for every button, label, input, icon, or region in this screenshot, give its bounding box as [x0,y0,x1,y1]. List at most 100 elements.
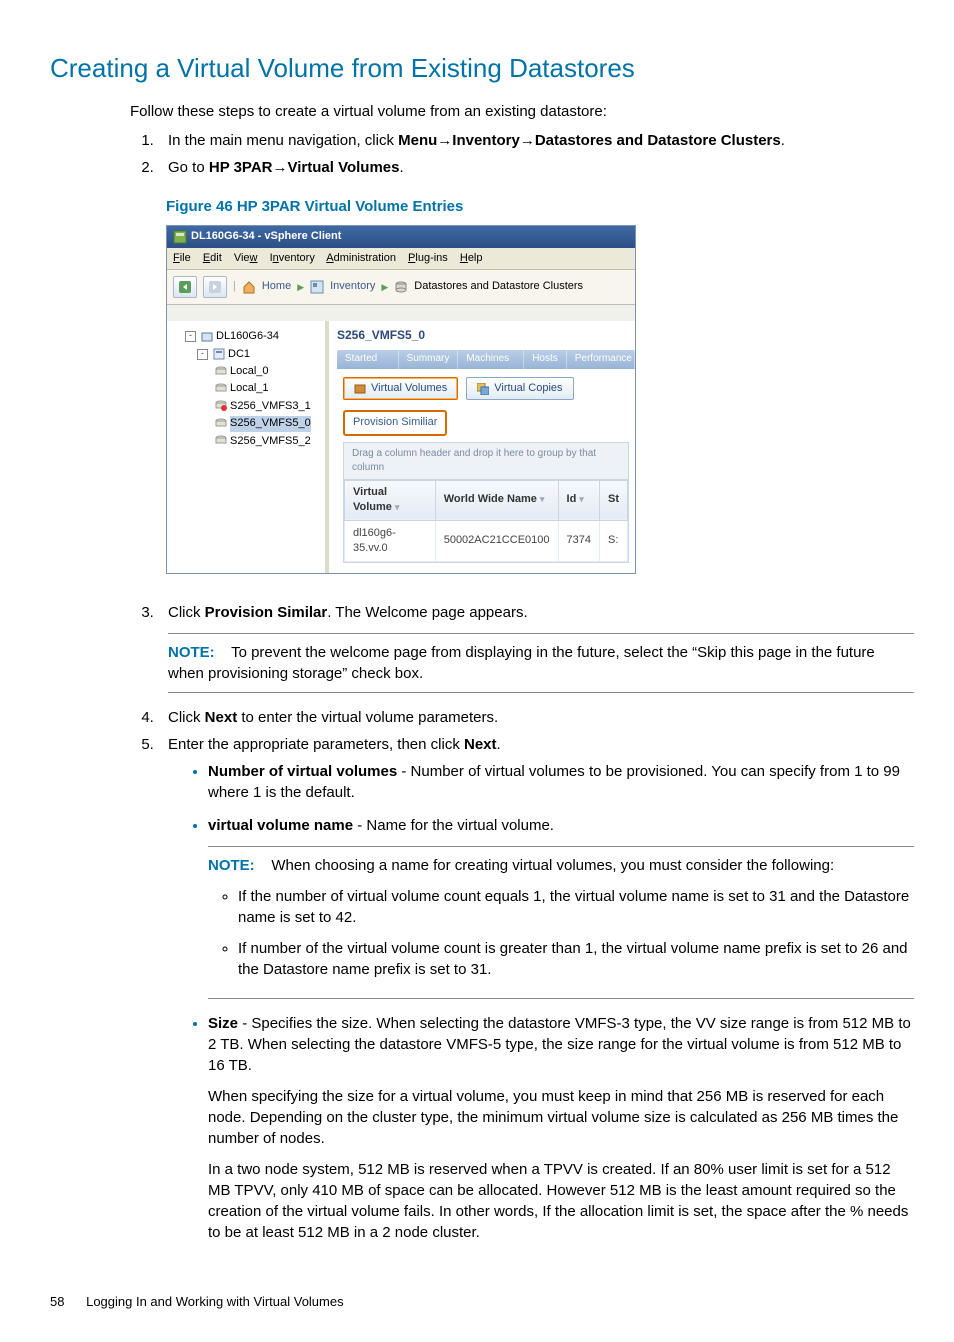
param-text: - Name for the virtual volume. [353,817,554,834]
cell-id: 7374 [558,520,599,562]
step2-vv: Virtual Volumes [288,159,400,176]
vc-button-label: Virtual Copies [494,381,562,396]
tab-getting-started[interactable]: Getting Started [337,350,399,369]
tree-item-local0[interactable]: Local_0 [215,364,321,379]
tab-performance[interactable]: Performance [567,350,635,369]
note-text: When choosing a name for creating virtua… [271,857,834,874]
virtual-copies-button[interactable]: Virtual Copies [466,377,573,400]
menu-edit[interactable]: Edit [203,252,222,264]
menu-file[interactable]: File [173,252,191,264]
datastore-icon [215,435,227,447]
step1-prefix: In the main menu navigation, click [168,132,398,149]
tree-item-selected[interactable]: S256_VMFS5_0 [215,416,321,431]
button-row: Virtual Volumes Virtual Copies [337,369,635,408]
step-4: Click Next to enter the virtual volume p… [158,707,914,728]
window-titlebar: DL160G6-34 - vSphere Client [167,226,635,247]
param-num-volumes: Number of virtual volumes - Number of vi… [208,761,914,803]
param-list: Number of virtual volumes - Number of vi… [168,761,914,1243]
param-volume-name: virtual volume name - Name for the virtu… [208,815,914,999]
nav-tree: - DL160G6-34 - DC1 Local_0 Local_1 S256_… [167,321,329,573]
steps-list: In the main menu navigation, click Menu→… [130,130,914,178]
param-label: Number of virtual volumes [208,763,397,780]
tree-item-vmfs3[interactable]: S256_VMFS3_1 [215,399,321,414]
provision-similar-button[interactable]: Provision Similiar [343,410,447,435]
toolbar: | Home ▶ Inventory ▶ Datastores and Data… [167,270,635,305]
data-grid: Drag a column header and drop it here to… [343,442,629,564]
tree-label: Local_1 [230,381,269,396]
tab-hosts[interactable]: Hosts [524,350,567,369]
tab-summary[interactable]: Summary [399,350,459,369]
tree-datacenter[interactable]: - DC1 [197,347,321,362]
tree-root[interactable]: - DL160G6-34 [185,329,321,344]
datastore-icon [215,418,227,430]
tree-item-vmfs5-2[interactable]: S256_VMFS5_2 [215,434,321,449]
step3-prefix: Click [168,604,205,621]
size-paragraph-2: When specifying the size for a virtual v… [208,1086,914,1149]
note-label: NOTE: [208,857,255,874]
param-text: - Specifies the size. When selecting the… [208,1015,911,1074]
chevron-right-icon: ▶ [381,281,388,294]
col-id[interactable]: Id▾ [558,480,599,520]
page-title: Creating a Virtual Volume from Existing … [50,50,914,86]
step1-inventory: Inventory [452,132,520,149]
datastore-icon [215,383,227,395]
breadcrumb-datastores[interactable]: Datastores and Datastore Clusters [414,279,583,294]
datastore-icon [215,366,227,378]
content-pane: S256_VMFS5_0 Getting Started Summary Vir… [329,321,635,573]
note-sub-a: If the number of virtual volume count eq… [238,886,914,928]
pane-title: S256_VMFS5_0 [337,327,635,344]
col-wwn[interactable]: World Wide Name▾ [435,480,558,520]
menu-admin[interactable]: Administration [326,252,396,264]
table-row[interactable]: dl160g6-35.vv.0 50002AC21CCE0100 7374 S: [345,520,628,562]
step3-action: Provision Similar [205,604,328,621]
param-label: virtual volume name [208,817,353,834]
window-title-text: DL160G6-34 - vSphere Client [191,229,341,244]
toolbar-separator: | [233,279,236,294]
note-sub-b: If number of the virtual volume count is… [238,938,914,980]
tree-root-label: DL160G6-34 [216,329,279,344]
menu-bar: File Edit View Inventory Administration … [167,248,635,270]
chevron-right-icon: ▶ [297,281,304,294]
virtual-volumes-button[interactable]: Virtual Volumes [343,377,458,400]
tree-label: S256_VMFS5_2 [230,434,311,449]
nav-forward-button[interactable] [203,276,227,298]
copies-icon [477,383,489,395]
volume-icon [354,383,366,395]
size-paragraph-3: In a two node system, 512 MB is reserved… [208,1159,914,1243]
menu-plugins[interactable]: Plug-ins [408,252,448,264]
step-3: Click Provision Similar. The Welcome pag… [158,602,914,693]
page-footer: 58 Logging In and Working with Virtual V… [50,1293,914,1311]
step5-action: Next [464,736,497,753]
param-size: Size - Specifies the size. When selectin… [208,1013,914,1243]
tree-item-local1[interactable]: Local_1 [215,381,321,396]
step1-menu: Menu [398,132,437,149]
menu-inventory[interactable]: Inventory [270,252,315,264]
tree-label: Local_0 [230,364,269,379]
page-number: 58 [50,1294,64,1309]
tab-virtual-machines[interactable]: Virtual Machines [458,350,524,369]
app-icon [173,230,187,244]
figure-caption: Figure 46 HP 3PAR Virtual Volume Entries [166,196,914,217]
datacenter-icon [213,348,225,360]
filter-icon[interactable]: ▾ [395,502,400,512]
breadcrumb-inventory[interactable]: Inventory [330,279,375,294]
intro-text: Follow these steps to create a virtual v… [130,101,914,122]
nav-back-button[interactable] [173,276,197,298]
breadcrumb-home[interactable]: Home [262,279,291,294]
step-2: Go to HP 3PAR→Virtual Volumes. [158,157,914,178]
col-st[interactable]: St [600,480,628,520]
filter-icon[interactable]: ▾ [579,494,584,504]
menu-view[interactable]: View [234,252,258,264]
footer-section: Logging In and Working with Virtual Volu… [86,1294,344,1309]
tree-label-selected: S256_VMFS5_0 [230,416,311,431]
steps-list-cont: Click Provision Similar. The Welcome pag… [130,602,914,1243]
param-label: Size [208,1015,242,1032]
step5-prefix: Enter the appropriate parameters, then c… [168,736,464,753]
col-virtual-volume[interactable]: Virtual Volume▾ [345,480,436,520]
filter-icon[interactable]: ▾ [540,494,545,504]
menu-help[interactable]: Help [460,252,483,264]
cell-wwn: 50002AC21CCE0100 [435,520,558,562]
inventory-icon [310,280,324,294]
home-icon[interactable] [242,280,256,294]
vsphere-screenshot: DL160G6-34 - vSphere Client File Edit Vi… [166,225,636,574]
